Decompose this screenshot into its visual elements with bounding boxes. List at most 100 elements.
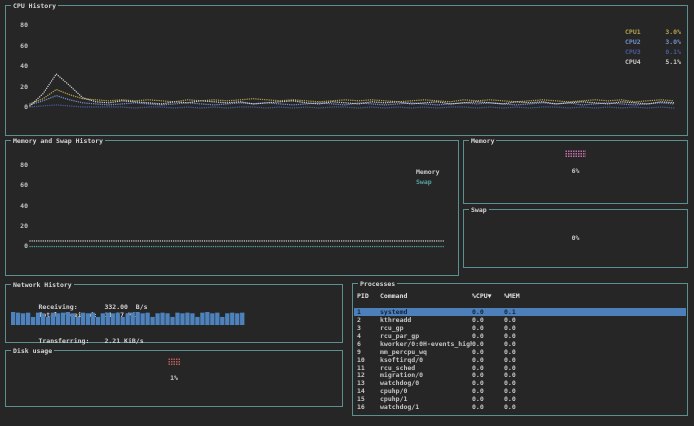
- process-mem: 0.0: [504, 348, 536, 356]
- process-pid: 9: [354, 348, 380, 356]
- process-mem: 0.0: [504, 403, 536, 411]
- disk-braille-gauge-icon: [168, 358, 181, 366]
- process-pid: 13: [354, 379, 380, 387]
- memory-percent: 6%: [464, 167, 687, 175]
- process-mem: 0.0: [504, 356, 536, 364]
- process-pid: 11: [354, 364, 380, 372]
- process-mem: 0.0: [504, 316, 536, 324]
- memory-legend-label: Memory: [416, 168, 439, 178]
- swap-panel-title: Swap: [469, 206, 489, 214]
- process-cpu: 0.0: [472, 316, 504, 324]
- process-mem: 0.0: [504, 387, 536, 395]
- transferring-value: 2.21 KiB/s: [104, 337, 143, 345]
- process-pid: 12: [354, 371, 380, 379]
- cpu-legend-item: CPU1 3.0%: [625, 27, 681, 37]
- process-pid: 4: [354, 332, 380, 340]
- cpu-legend-value: 0.1%: [665, 47, 681, 57]
- process-cpu: 0.0: [472, 395, 504, 403]
- system-monitor-terminal: CPU History 80 60 40 20 0 CPU1 3.0% CPU2…: [0, 0, 694, 426]
- process-row[interactable]: 15 cpuhp/1 0.0 0.0: [354, 395, 686, 403]
- memory-braille-gauge-icon: [565, 150, 586, 158]
- process-cpu: 0.0: [472, 348, 504, 356]
- process-row[interactable]: 11 rcu_sched 0.0 0.0: [354, 364, 686, 372]
- processes-panel: Processes PID Command %CPU▼ %MEM 1 syste…: [352, 283, 688, 416]
- process-cpu: 0.0: [472, 379, 504, 387]
- cpu-legend-label: CPU4: [625, 57, 641, 67]
- cpu-legend-value: 3.0%: [665, 27, 681, 37]
- network-panel-title: Network History: [11, 281, 74, 289]
- process-command: watchdog/1: [380, 403, 472, 411]
- process-row[interactable]: 16 watchdog/1 0.0 0.0: [354, 403, 686, 411]
- process-row[interactable]: 3 rcu_gp 0.0 0.0: [354, 324, 686, 332]
- process-row[interactable]: 6 kworker/0:0H-events_high 0.0 0.0: [354, 340, 686, 348]
- process-cpu: 0.0: [472, 403, 504, 411]
- process-command: kthreadd: [380, 316, 472, 324]
- disk-gauge-wrap: [6, 358, 342, 368]
- memory-panel-title: Memory: [469, 137, 496, 145]
- network-receive-sparkline: [11, 311, 245, 325]
- process-command: migration/0: [380, 371, 472, 379]
- process-row[interactable]: 2 kthreadd 0.0 0.0: [354, 316, 686, 324]
- process-pid: 14: [354, 387, 380, 395]
- process-cpu: 0.0: [472, 371, 504, 379]
- cpu-legend-value: 3.0%: [665, 37, 681, 47]
- process-cpu: 0.0: [472, 308, 504, 316]
- process-mem: 0.0: [504, 332, 536, 340]
- cpu-legend-label: CPU3: [625, 47, 641, 57]
- process-row[interactable]: 4 rcu_par_gp 0.0 0.0: [354, 332, 686, 340]
- process-table-header: PID Command %CPU▼ %MEM: [354, 291, 686, 300]
- process-command: cpuhp/1: [380, 395, 472, 403]
- process-mem: 0.0: [504, 324, 536, 332]
- process-command: watchdog/0: [380, 379, 472, 387]
- cpu-legend: CPU1 3.0% CPU2 3.0% CPU3 0.1% CPU4 5.1%: [625, 27, 681, 67]
- disk-percent: 1%: [6, 374, 342, 382]
- process-command: mm_percpu_wq: [380, 348, 472, 356]
- process-mem: 0.0: [504, 395, 536, 403]
- memory-swap-history-panel: Memory and Swap History 80 60 40 20 0 Me…: [5, 140, 459, 276]
- process-mem: 0.1: [504, 308, 536, 316]
- cpu-usage-chart: [6, 6, 687, 135]
- process-command: systemd: [380, 308, 472, 316]
- cpu-legend-label: CPU2: [625, 37, 641, 47]
- process-command: rcu_gp: [380, 324, 472, 332]
- column-header-cpu-sorted: %CPU▼: [472, 292, 504, 300]
- swap-legend-label: Swap: [416, 178, 432, 188]
- column-header-mem: %MEM: [504, 292, 536, 300]
- cpu-history-panel: CPU History 80 60 40 20 0 CPU1 3.0% CPU2…: [5, 5, 688, 136]
- network-history-panel: Network History Receiving:332.00 B/s Tot…: [5, 284, 343, 343]
- process-pid: 6: [354, 340, 380, 348]
- cpu-legend-value: 5.1%: [665, 57, 681, 67]
- process-row-selected[interactable]: 1 systemd 0.0 0.1: [354, 308, 686, 316]
- memory-legend-item: Memory: [416, 168, 456, 178]
- process-row[interactable]: 12 migration/0 0.0 0.0: [354, 372, 686, 380]
- process-mem: 0.0: [504, 371, 536, 379]
- process-command: cpuhp/0: [380, 387, 472, 395]
- processes-panel-title: Processes: [358, 280, 397, 288]
- process-cpu: 0.0: [472, 356, 504, 364]
- process-pid: 10: [354, 356, 380, 364]
- process-cpu: 0.0: [472, 332, 504, 340]
- process-command: rcu_par_gp: [380, 332, 472, 340]
- process-table-body: 1 systemd 0.0 0.1 2 kthreadd 0.0 0.0 3 r…: [354, 308, 686, 411]
- swap-gauge-panel: Swap 0%: [463, 209, 688, 268]
- memory-gauge-panel: Memory 6%: [463, 140, 688, 204]
- process-command: ksoftirqd/0: [380, 356, 472, 364]
- column-header-pid: PID: [354, 292, 380, 300]
- memory-swap-chart: [6, 141, 458, 275]
- process-row[interactable]: 13 watchdog/0 0.0 0.0: [354, 379, 686, 387]
- disk-panel-title: Disk usage: [11, 347, 54, 355]
- swap-legend-item: Swap: [416, 178, 456, 188]
- process-mem: 0.0: [504, 364, 536, 372]
- transferring-label: Transferring:: [38, 337, 104, 345]
- process-row[interactable]: 14 cpuhp/0 0.0 0.0: [354, 387, 686, 395]
- cpu-legend-label: CPU1: [625, 27, 641, 37]
- cpu-legend-item: CPU4 5.1%: [625, 57, 681, 67]
- swap-percent: 0%: [464, 234, 687, 242]
- cpu-legend-item: CPU2 3.0%: [625, 37, 681, 47]
- process-pid: 1: [354, 308, 380, 316]
- process-cpu: 0.0: [472, 340, 504, 348]
- process-cpu: 0.0: [472, 364, 504, 372]
- process-row[interactable]: 10 ksoftirqd/0 0.0 0.0: [354, 356, 686, 364]
- process-mem: 0.0: [504, 340, 536, 348]
- process-row[interactable]: 9 mm_percpu_wq 0.0 0.0: [354, 348, 686, 356]
